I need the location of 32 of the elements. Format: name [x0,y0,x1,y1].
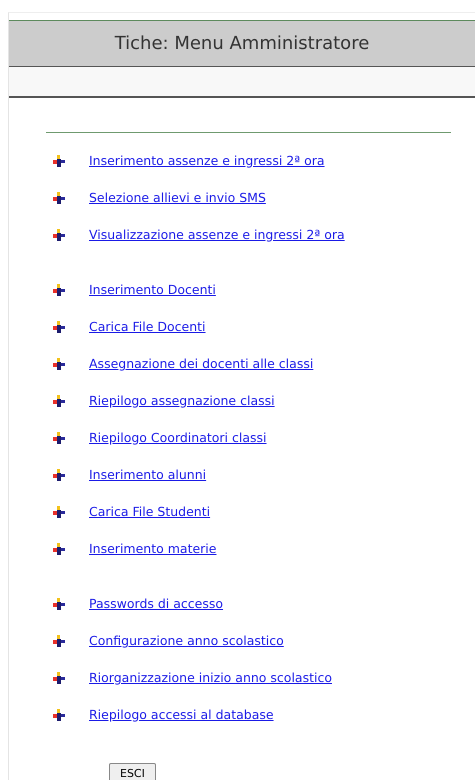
menu-link[interactable]: Selezione allievi e invio SMS [89,190,266,205]
bullet-icon [52,708,66,720]
bullet-icon [52,672,66,684]
bullet-icon [52,154,66,166]
exit-button[interactable]: ESCI [109,763,156,780]
menu-link[interactable]: Riorganizzazione inizio anno scolastico [89,670,332,685]
menu-link[interactable]: Carica File Docenti [89,319,206,334]
menu-link[interactable]: Riepilogo accessi al database [89,707,274,722]
menu-link[interactable]: Riepilogo Coordinatori classi [89,430,267,445]
menu-link[interactable]: Riepilogo assegnazione classi [89,393,275,408]
bullet-icon [52,320,66,332]
menu-link[interactable]: Passwords di accesso [89,596,224,611]
menu-link[interactable]: Visualizzazione assenze e ingressi 2ª ora [89,227,345,242]
menu-link[interactable]: Inserimento assenze e ingressi 2ª ora [89,153,325,168]
menu-link[interactable]: Inserimento Docenti [89,282,216,297]
bullet-icon [52,358,66,370]
bullet-icon [52,192,66,204]
bullet-icon [52,634,66,646]
bullet-icon [52,284,66,296]
bullet-icon [52,506,66,518]
menu-link[interactable]: Inserimento alunni [89,467,206,482]
menu-link[interactable]: Assegnazione dei docenti alle classi [89,356,314,371]
bullet-icon [52,228,66,240]
bullet-icon [52,432,66,444]
menu-link[interactable]: Inserimento materie [89,541,216,556]
bullet-icon [52,394,66,406]
page-title: Tiche: Menu Amministratore [114,33,370,54]
bullet-icon [52,542,66,554]
menu-link[interactable]: Carica File Studenti [89,504,210,519]
bullet-icon [52,598,66,610]
bullet-icon [52,468,66,480]
menu-link[interactable]: Configurazione anno scolastico [89,633,284,648]
